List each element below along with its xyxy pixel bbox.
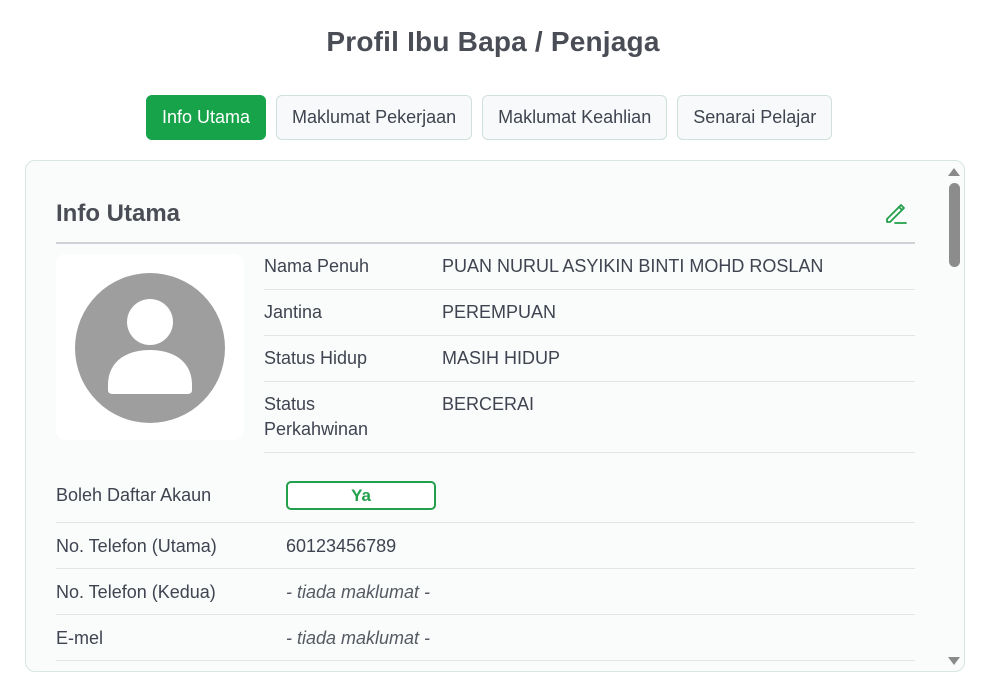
avatar-container [56, 254, 244, 440]
profile-label: Jantina [264, 302, 323, 322]
detail-row-emel: E-mel - tiada maklumat - [56, 615, 915, 661]
tab-bar: Info Utama Maklumat Pekerjaan Maklumat K… [146, 95, 833, 140]
profile-row-status-perkahwinan: Status Perkahwinan BERCERAI [264, 382, 915, 453]
profile-label: Status Perkahwinan [264, 394, 369, 439]
detail-label: Boleh Daftar Akaun [56, 485, 212, 505]
detail-label: No. Telefon (Kedua) [56, 582, 216, 602]
detail-label: E-mel [56, 628, 104, 648]
tab-senarai-pelajar[interactable]: Senarai Pelajar [677, 95, 833, 140]
page-title: Profil Ibu Bapa / Penjaga [326, 26, 660, 57]
section-title: Info Utama [56, 200, 181, 227]
detail-label: No. Telefon (Utama) [56, 536, 217, 556]
detail-value: 60123456789 [286, 536, 397, 556]
tab-info-utama[interactable]: Info Utama [146, 95, 267, 140]
detail-value: - tiada maklumat - [286, 628, 431, 648]
status-badge: Ya [286, 481, 436, 510]
user-avatar-icon [75, 273, 225, 423]
profile-value: PUAN NURUL ASYIKIN BINTI MOHD ROSLAN [442, 256, 824, 276]
profile-row-jantina: Jantina PEREMPUAN [264, 290, 915, 336]
detail-value: - tiada maklumat - [286, 582, 431, 602]
tab-maklumat-keahlian[interactable]: Maklumat Keahlian [482, 95, 668, 140]
section-divider [56, 242, 915, 244]
profile-label: Status Hidup [264, 348, 368, 368]
profile-value: BERCERAI [442, 394, 535, 414]
detail-row-telefon-kedua: No. Telefon (Kedua) - tiada maklumat - [56, 569, 915, 615]
detail-row-boleh-daftar: Boleh Daftar Akaun Ya [56, 481, 915, 523]
pencil-edit-icon[interactable] [883, 200, 909, 226]
detail-row-telefon-utama: No. Telefon (Utama) 60123456789 [56, 523, 915, 569]
scroll-up-arrow-icon[interactable] [948, 168, 960, 176]
profile-row-status-hidup: Status Hidup MASIH HIDUP [264, 336, 915, 382]
profile-row-nama: Nama Penuh PUAN NURUL ASYIKIN BINTI MOHD… [264, 254, 915, 290]
scroll-down-arrow-icon[interactable] [948, 657, 960, 665]
tab-maklumat-pekerjaan[interactable]: Maklumat Pekerjaan [276, 95, 473, 140]
profile-value: MASIH HIDUP [442, 348, 561, 368]
scrollbar-thumb[interactable] [949, 183, 960, 267]
profile-value: PEREMPUAN [442, 302, 557, 322]
profile-label: Nama Penuh [264, 256, 370, 276]
